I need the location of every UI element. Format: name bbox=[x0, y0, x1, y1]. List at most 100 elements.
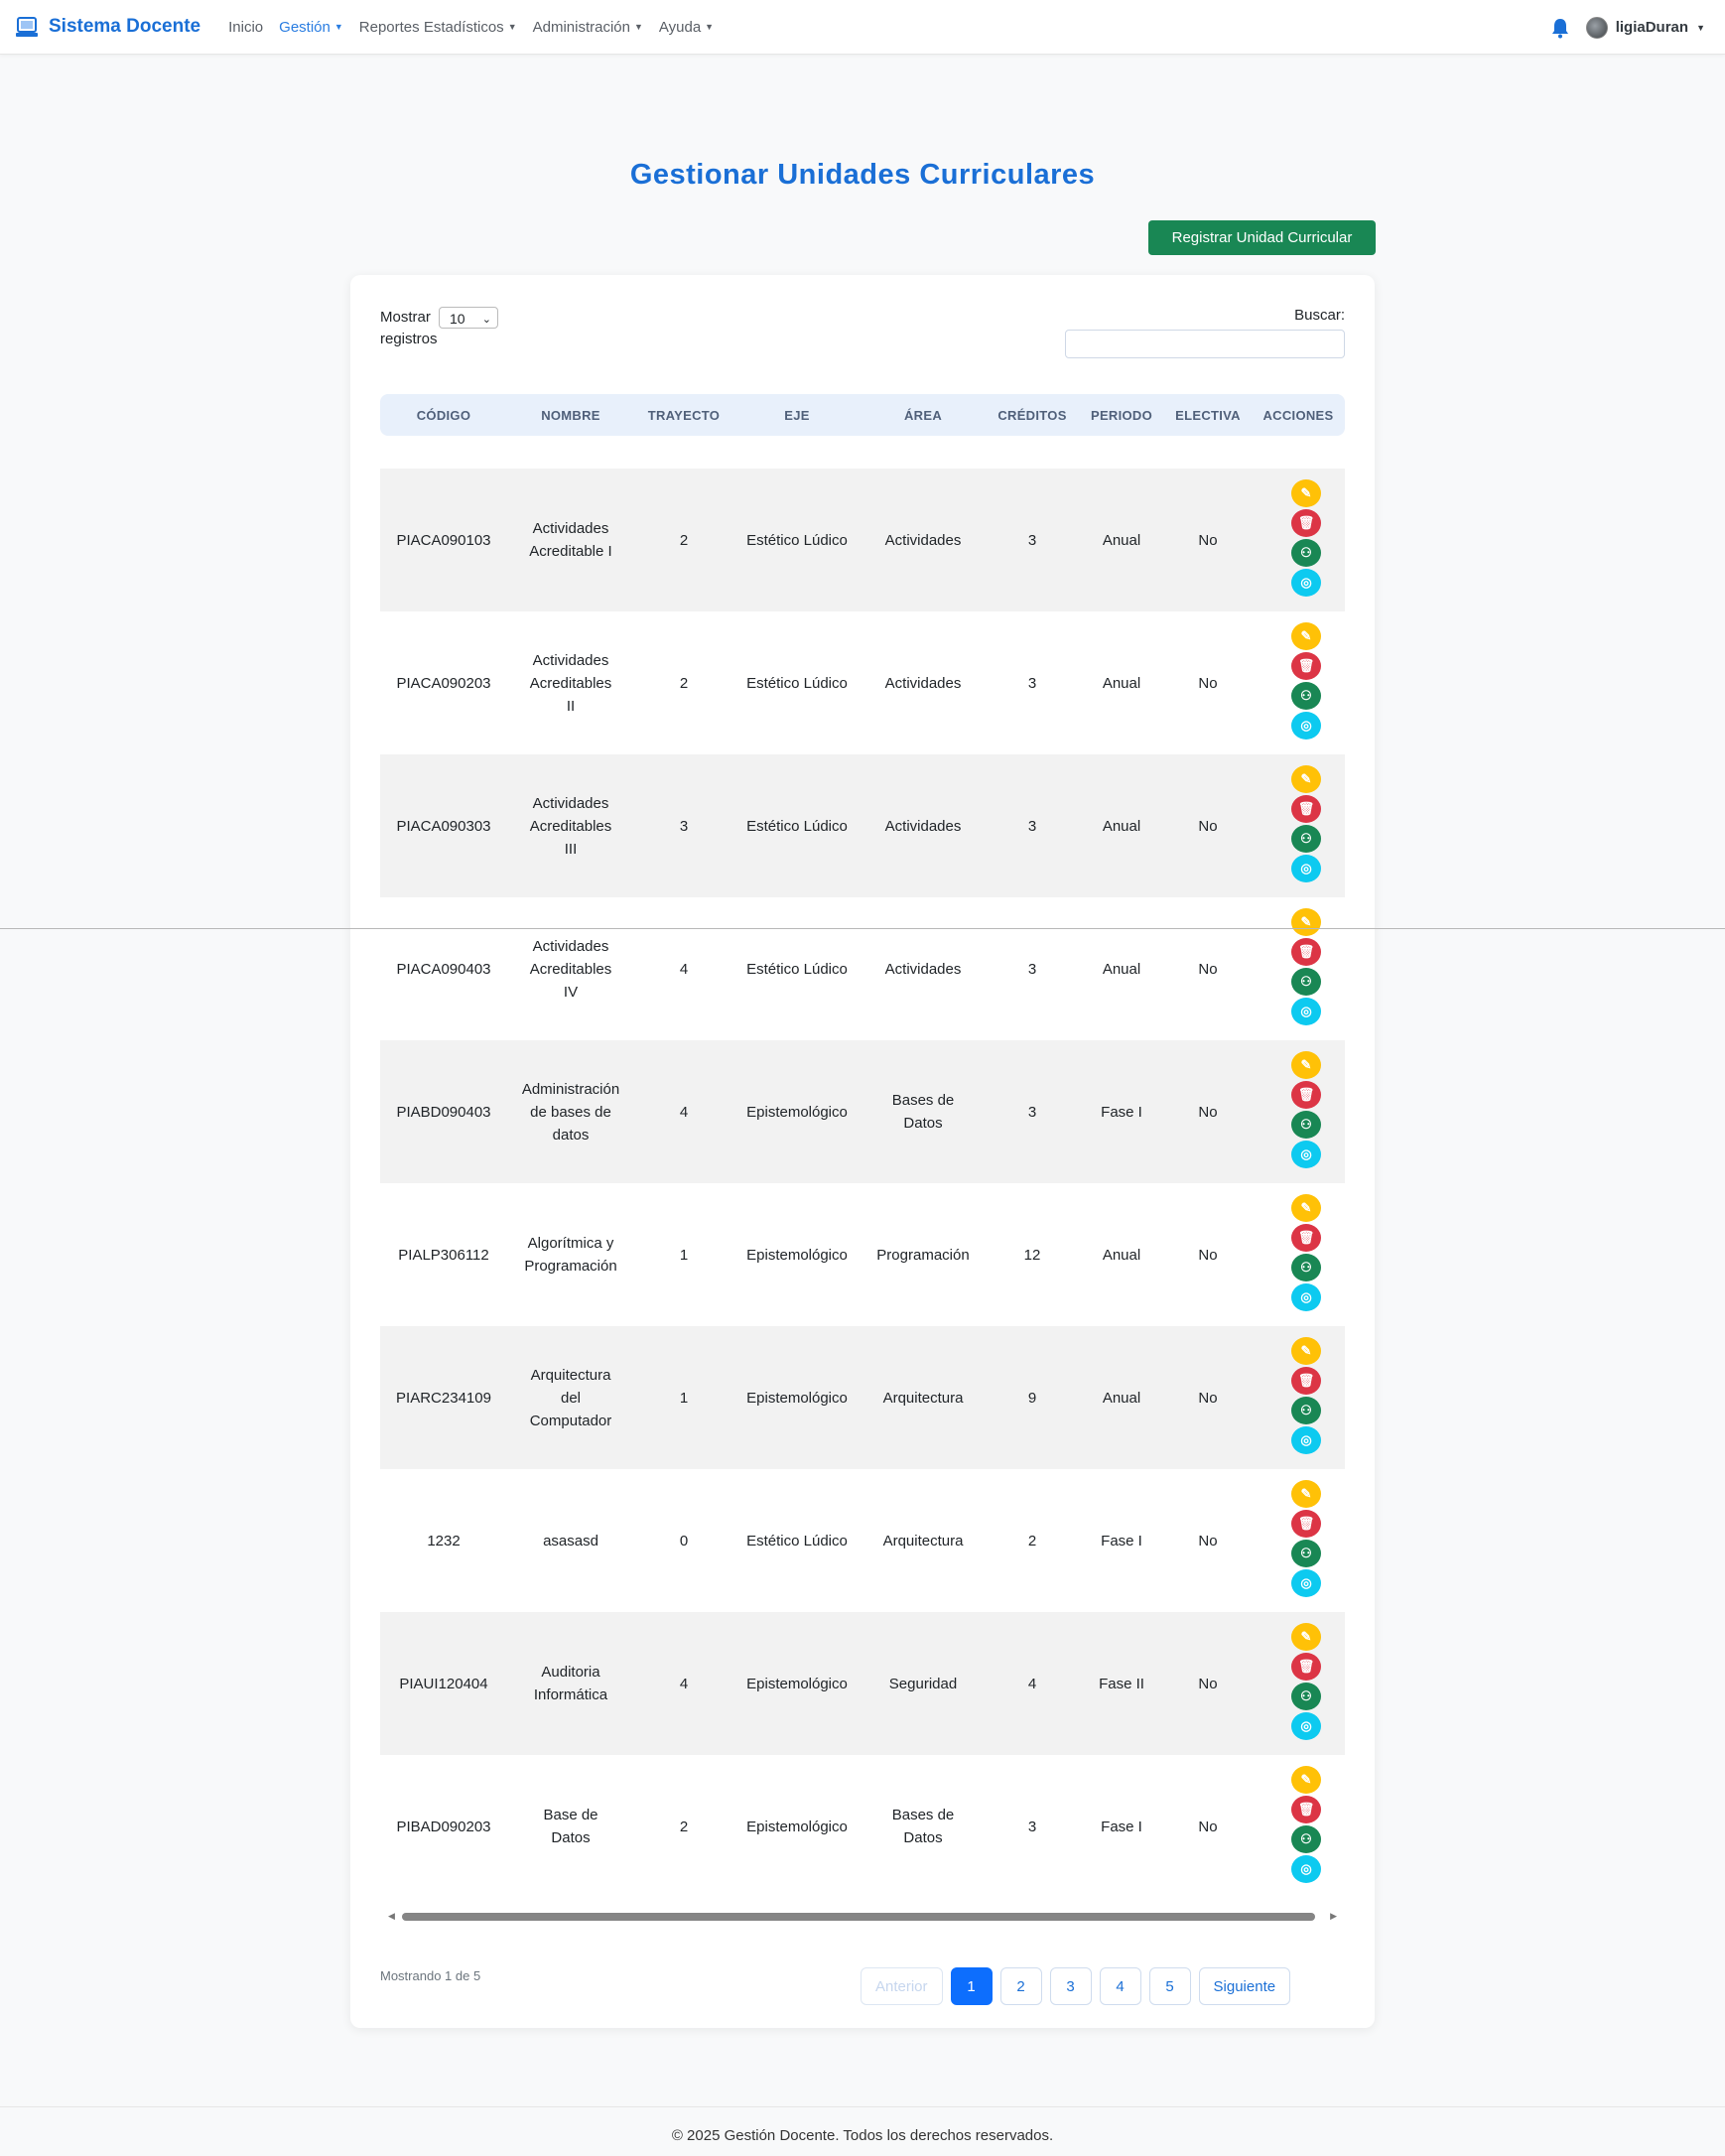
delete-button[interactable]: 🗑 bbox=[1290, 1223, 1322, 1253]
pagination-page-2[interactable]: 2 bbox=[999, 1967, 1042, 2005]
cell-electiva: No bbox=[1198, 960, 1218, 978]
header-nombre[interactable]: NOMBRE bbox=[507, 394, 634, 436]
header-trayecto[interactable]: TRAYECTO bbox=[634, 394, 733, 436]
cell-trayecto: 2 bbox=[679, 531, 689, 549]
edit-icon: ✎ bbox=[1291, 479, 1321, 507]
nav-ayuda[interactable]: Ayuda ▼ bbox=[659, 19, 714, 36]
edit-button[interactable]: ✎ bbox=[1290, 1622, 1322, 1652]
scroll-right-icon[interactable]: ▶ bbox=[1330, 1911, 1337, 1922]
delete-button[interactable]: 🗑 bbox=[1290, 651, 1322, 681]
search-control: Buscar: bbox=[1065, 307, 1345, 358]
cell-codigo: PIABD090403 bbox=[396, 1103, 491, 1121]
trash-icon: 🗑 bbox=[1291, 1653, 1321, 1681]
delete-button[interactable]: 🗑 bbox=[1290, 508, 1322, 538]
delete-button[interactable]: 🗑 bbox=[1290, 1509, 1322, 1539]
scroll-left-icon[interactable]: ◀ bbox=[388, 1911, 395, 1922]
users-button[interactable]: ◎ bbox=[1290, 1140, 1322, 1169]
cell-electiva: No bbox=[1198, 1389, 1218, 1407]
assign-button[interactable]: ⚇ bbox=[1290, 1539, 1322, 1568]
edit-button[interactable]: ✎ bbox=[1290, 1193, 1322, 1223]
cell-eje: Estético Lúdico bbox=[746, 674, 848, 692]
nav-administracion[interactable]: Administración ▼ bbox=[533, 19, 643, 36]
edit-button[interactable]: ✎ bbox=[1290, 764, 1322, 794]
cell-periodo: Fase I bbox=[1101, 1818, 1142, 1835]
edit-button[interactable]: ✎ bbox=[1290, 1050, 1322, 1080]
nav-inicio[interactable]: Inicio bbox=[228, 19, 263, 36]
assign-button[interactable]: ⚇ bbox=[1290, 538, 1322, 568]
header-codigo[interactable]: CÓDIGO bbox=[380, 394, 507, 436]
users-icon: ◎ bbox=[1291, 1569, 1321, 1597]
page-length-select[interactable]: 10 ⌄ bbox=[439, 307, 499, 330]
pagination-page-3[interactable]: 3 bbox=[1049, 1967, 1092, 2005]
edit-button[interactable]: ✎ bbox=[1290, 621, 1322, 651]
delete-button[interactable]: 🗑 bbox=[1290, 1366, 1322, 1396]
chevron-down-icon: ▼ bbox=[507, 22, 517, 32]
assign-button[interactable]: ⚇ bbox=[1290, 1682, 1322, 1711]
users-button[interactable]: ◎ bbox=[1290, 854, 1322, 883]
pagination-page-1[interactable]: 1 bbox=[950, 1967, 993, 2005]
assign-button[interactable]: ⚇ bbox=[1290, 1824, 1322, 1854]
users-button[interactable]: ◎ bbox=[1290, 997, 1322, 1026]
delete-button[interactable]: 🗑 bbox=[1290, 794, 1322, 824]
delete-button[interactable]: 🗑 bbox=[1290, 1795, 1322, 1824]
header-periodo[interactable]: PERIODO bbox=[1079, 394, 1164, 436]
scrollbar-thumb[interactable] bbox=[402, 1913, 1315, 1921]
nav-gestion[interactable]: Gestión ▼ bbox=[279, 19, 343, 36]
cell-creditos: 3 bbox=[1027, 674, 1037, 692]
users-button[interactable]: ◎ bbox=[1290, 1711, 1322, 1741]
cell-area: Actividades bbox=[884, 674, 962, 692]
edit-button[interactable]: ✎ bbox=[1290, 1765, 1322, 1795]
edit-button[interactable]: ✎ bbox=[1290, 907, 1322, 937]
cell-electiva: No bbox=[1198, 531, 1218, 549]
nav-reportes[interactable]: Reportes Estadísticos ▼ bbox=[359, 19, 517, 36]
avatar bbox=[1585, 16, 1608, 39]
header-creditos[interactable]: CRÉDITOS bbox=[986, 394, 1079, 436]
users-button[interactable]: ◎ bbox=[1290, 568, 1322, 598]
users-icon: ◎ bbox=[1291, 1283, 1321, 1311]
assign-teacher-icon: ⚇ bbox=[1291, 1397, 1321, 1424]
assign-teacher-icon: ⚇ bbox=[1291, 968, 1321, 996]
assign-teacher-icon: ⚇ bbox=[1291, 1825, 1321, 1853]
table-row: 1232 asasasd 0 Estético Lúdico Arquitectura 2… bbox=[380, 1469, 1345, 1612]
edit-button[interactable]: ✎ bbox=[1290, 1336, 1322, 1366]
users-button[interactable]: ◎ bbox=[1290, 1425, 1322, 1455]
user-menu[interactable]: ligiaDuran ▼ bbox=[1585, 16, 1705, 39]
assign-button[interactable]: ⚇ bbox=[1290, 1396, 1322, 1425]
cell-eje: Epistemológico bbox=[746, 1246, 848, 1264]
users-icon: ◎ bbox=[1291, 998, 1321, 1025]
cell-nombre: Auditoria Informática bbox=[533, 1664, 608, 1703]
pagination-previous[interactable]: Anterior bbox=[861, 1967, 943, 2005]
divider bbox=[0, 928, 1725, 929]
users-button[interactable]: ◎ bbox=[1290, 1282, 1322, 1312]
bell-icon[interactable] bbox=[1550, 17, 1570, 39]
brand[interactable]: Sistema Docente bbox=[14, 14, 200, 40]
row-actions: ✎ 🗑 ⚇ ◎ bbox=[1290, 907, 1324, 1026]
assign-button[interactable]: ⚇ bbox=[1290, 967, 1322, 997]
assign-button[interactable]: ⚇ bbox=[1290, 1110, 1322, 1140]
register-unit-button[interactable]: Registrar Unidad Curricular bbox=[1148, 220, 1376, 255]
users-button[interactable]: ◎ bbox=[1290, 1854, 1322, 1884]
pagination-next[interactable]: Siguiente bbox=[1198, 1967, 1291, 2005]
edit-button[interactable]: ✎ bbox=[1290, 1479, 1322, 1509]
cell-eje: Epistemológico bbox=[746, 1818, 848, 1835]
header-eje[interactable]: EJE bbox=[733, 394, 861, 436]
assign-button[interactable]: ⚇ bbox=[1290, 1253, 1322, 1282]
header-area[interactable]: ÁREA bbox=[861, 394, 986, 436]
horizontal-scrollbar[interactable]: ◀ ▶ bbox=[380, 1909, 1345, 1923]
delete-button[interactable]: 🗑 bbox=[1290, 937, 1322, 967]
delete-button[interactable]: 🗑 bbox=[1290, 1080, 1322, 1110]
edit-button[interactable]: ✎ bbox=[1290, 478, 1322, 508]
pagination-page-5[interactable]: 5 bbox=[1148, 1967, 1191, 2005]
search-input[interactable] bbox=[1065, 330, 1345, 358]
assign-teacher-icon: ⚇ bbox=[1291, 682, 1321, 710]
assign-button[interactable]: ⚇ bbox=[1290, 824, 1322, 854]
assign-button[interactable]: ⚇ bbox=[1290, 681, 1322, 711]
users-button[interactable]: ◎ bbox=[1290, 1568, 1322, 1598]
cell-periodo: Anual bbox=[1102, 817, 1141, 835]
cell-creditos: 9 bbox=[1027, 1389, 1037, 1407]
pagination-page-4[interactable]: 4 bbox=[1099, 1967, 1141, 2005]
delete-button[interactable]: 🗑 bbox=[1290, 1652, 1322, 1682]
users-button[interactable]: ◎ bbox=[1290, 711, 1322, 741]
edit-icon: ✎ bbox=[1291, 622, 1321, 650]
header-electiva[interactable]: ELECTIVA bbox=[1164, 394, 1252, 436]
